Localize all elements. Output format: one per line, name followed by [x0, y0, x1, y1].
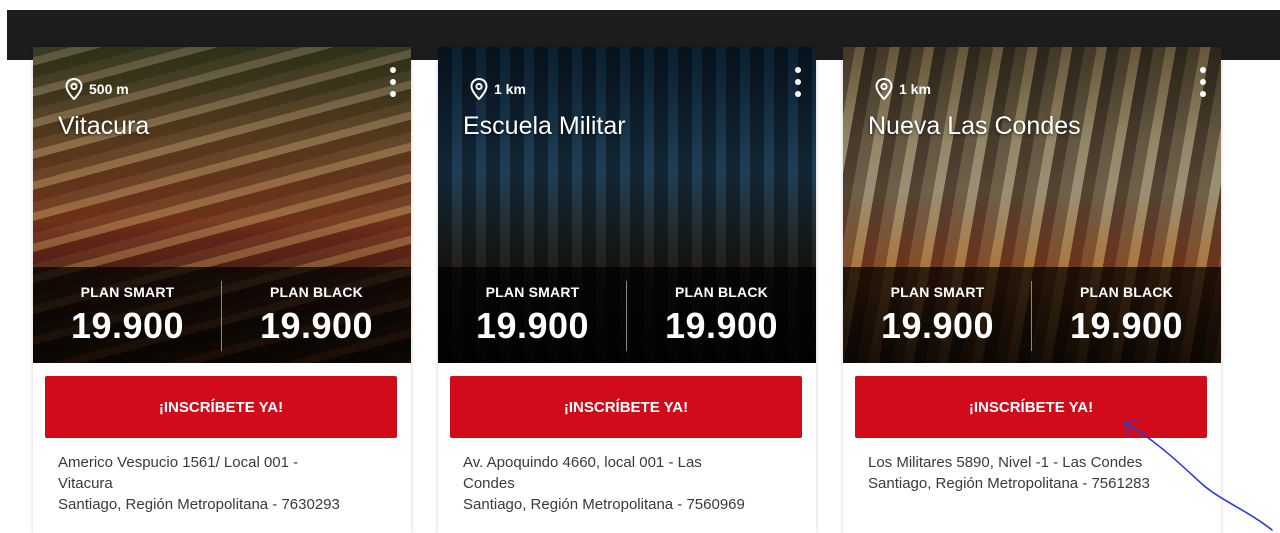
plan-name: PLAN BLACK [1080, 284, 1173, 300]
plan-price: 19.900 [880, 305, 995, 346]
plan-price: 19.900 [664, 305, 779, 346]
plan-name: PLAN SMART [80, 284, 175, 300]
distance-text: 500 m [89, 81, 129, 97]
plan-smart: PLAN SMART 19.900 [33, 267, 222, 363]
gym-name: Escuela Militar [463, 112, 626, 140]
plan-name: PLAN SMART [890, 284, 985, 300]
gym-address: Americo Vespucio 1561/ Local 001 - Vitac… [58, 452, 378, 515]
plan-price: 19.900 [259, 305, 374, 346]
distance-badge: 500 m [65, 78, 129, 100]
plan-black: PLAN BLACK 19.900 [222, 267, 411, 363]
map-pin-icon [875, 78, 893, 100]
gym-name: Vitacura [58, 112, 150, 140]
gym-card-vitacura[interactable]: 500 m Vitacura PLAN SMART 19.900 PLAN BL… [33, 47, 411, 533]
address-line: Av. Apoquindo 4660, local 001 - Las [463, 454, 702, 471]
gym-photo: 1 km Nueva Las Condes PLAN SMART 19.900 … [843, 47, 1221, 363]
map-pin-icon [470, 78, 488, 100]
price-band: PLAN SMART 19.900 PLAN BLACK 19.900 [843, 267, 1221, 363]
gym-name: Nueva Las Condes [868, 112, 1081, 140]
distance-badge: 1 km [470, 78, 526, 100]
address-line: Los Militares 5890, Nivel -1 - Las Conde… [868, 454, 1143, 471]
address-line: Condes [463, 475, 515, 492]
gym-card-escuela-militar[interactable]: 1 km Escuela Militar PLAN SMART 19.900 P… [438, 47, 816, 533]
address-line: Americo Vespucio 1561/ Local 001 - [58, 454, 299, 471]
signup-button[interactable]: ¡INSCRÍBETE YA! [450, 376, 802, 438]
plan-name: PLAN BLACK [270, 284, 363, 300]
plan-smart: PLAN SMART 19.900 [438, 267, 627, 363]
signup-button[interactable]: ¡INSCRÍBETE YA! [45, 376, 397, 438]
more-vertical-icon[interactable] [389, 67, 397, 97]
distance-text: 1 km [899, 81, 931, 97]
gym-address: Los Militares 5890, Nivel -1 - Las Conde… [868, 452, 1188, 494]
distance-text: 1 km [494, 81, 526, 97]
address-line: Vitacura [58, 475, 113, 492]
address-line: Santiago, Región Metropolitana - 7630293 [58, 496, 340, 513]
plan-smart: PLAN SMART 19.900 [843, 267, 1032, 363]
signup-button[interactable]: ¡INSCRÍBETE YA! [855, 376, 1207, 438]
gym-card-nueva-las-condes[interactable]: 1 km Nueva Las Condes PLAN SMART 19.900 … [843, 47, 1221, 533]
plan-price: 19.900 [70, 305, 185, 346]
more-vertical-icon[interactable] [794, 67, 802, 97]
more-vertical-icon[interactable] [1199, 67, 1207, 97]
plan-black: PLAN BLACK 19.900 [627, 267, 816, 363]
plan-price: 19.900 [1069, 305, 1184, 346]
price-band: PLAN SMART 19.900 PLAN BLACK 19.900 [33, 267, 411, 363]
price-band: PLAN SMART 19.900 PLAN BLACK 19.900 [438, 267, 816, 363]
gym-address: Av. Apoquindo 4660, local 001 - Las Cond… [463, 452, 783, 515]
plan-name: PLAN BLACK [675, 284, 768, 300]
address-line: Santiago, Región Metropolitana - 7560969 [463, 496, 745, 513]
gym-photo: 1 km Escuela Militar PLAN SMART 19.900 P… [438, 47, 816, 363]
distance-badge: 1 km [875, 78, 931, 100]
plan-price: 19.900 [475, 305, 590, 346]
gym-photo: 500 m Vitacura PLAN SMART 19.900 PLAN BL… [33, 47, 411, 363]
plan-name: PLAN SMART [485, 284, 580, 300]
map-pin-icon [65, 78, 83, 100]
plan-black: PLAN BLACK 19.900 [1032, 267, 1221, 363]
address-line: Santiago, Región Metropolitana - 7561283 [868, 475, 1150, 492]
